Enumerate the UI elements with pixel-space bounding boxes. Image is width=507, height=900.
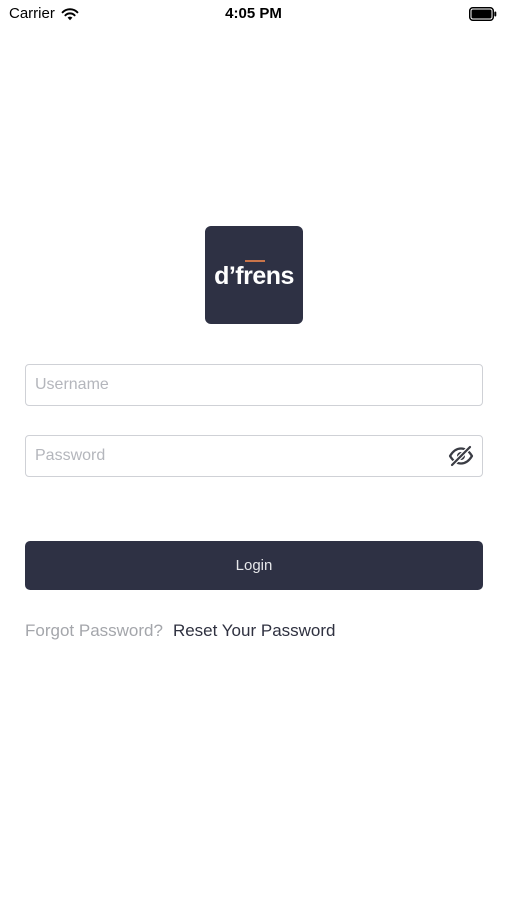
- app-logo: d’frens: [205, 226, 303, 324]
- password-input[interactable]: [26, 436, 482, 476]
- status-time: 4:05 PM: [225, 5, 282, 22]
- reset-password-link[interactable]: Reset Your Password: [173, 621, 336, 641]
- login-screen: Carrier 4:05 PM d’frens Login: [0, 0, 507, 900]
- logo-text: d’frens: [214, 262, 294, 290]
- eye-slash-icon[interactable]: [448, 445, 474, 467]
- forgot-password-row: Forgot Password? Reset Your Password: [25, 620, 336, 642]
- username-input[interactable]: [26, 365, 482, 405]
- forgot-password-label: Forgot Password?: [25, 621, 163, 640]
- login-button[interactable]: Login: [25, 541, 483, 590]
- battery-icon: [469, 7, 497, 21]
- password-field[interactable]: [25, 435, 483, 477]
- username-field[interactable]: [25, 364, 483, 406]
- status-bar: Carrier 4:05 PM: [0, 0, 507, 28]
